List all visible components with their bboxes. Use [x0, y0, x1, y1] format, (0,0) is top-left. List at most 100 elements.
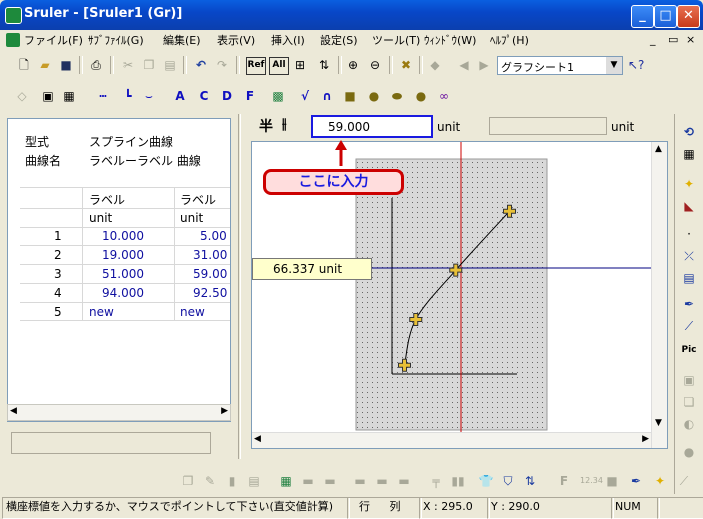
shape-icon[interactable]: ◐ — [681, 416, 697, 432]
sheet-icon[interactable]: ▤ — [681, 270, 697, 286]
chevron-down-icon[interactable]: ▼ — [606, 57, 622, 74]
edit-icon[interactable]: ✎ — [202, 473, 218, 489]
trash-icon[interactable]: ▮ — [224, 473, 240, 489]
letter-d-button[interactable]: D — [219, 88, 235, 104]
graph-v-scrollbar[interactable]: ▲ ▼ — [651, 142, 667, 448]
dot-grid-icon[interactable]: ▦ — [681, 146, 697, 162]
axis-tool-icon[interactable]: ┗ — [120, 88, 136, 104]
new-icon[interactable]: 🗋 — [16, 57, 32, 73]
letter-a-button[interactable]: A — [172, 88, 188, 104]
menu-file[interactable]: ファイル(F) — [24, 32, 83, 48]
line-diag-icon[interactable]: ⟋ — [681, 318, 697, 334]
line-tool-icon[interactable]: ┅ — [95, 88, 111, 104]
close-button[interactable]: ✕ — [677, 5, 700, 28]
cell-y[interactable]: 31.00 — [193, 248, 227, 262]
scroll-right-icon[interactable]: ▶ — [221, 406, 228, 416]
menu-insert[interactable]: 挿入(I) — [271, 32, 305, 48]
minimize-button[interactable]: _ — [631, 5, 654, 28]
sort-icon[interactable]: ⇅ — [316, 57, 332, 73]
dots-icon[interactable]: ▮▮ — [450, 473, 466, 489]
cell-x-new[interactable]: new — [89, 305, 114, 319]
zoom-out-icon[interactable]: ⊖ — [367, 57, 383, 73]
menu-subfile[interactable]: ｻﾌﾞﾌｧｲﾙ(G) — [88, 32, 144, 48]
letter-c-button[interactable]: C — [196, 88, 212, 104]
paste-icon[interactable]: ▤ — [246, 473, 262, 489]
eraser-icon[interactable]: ◆ — [427, 57, 443, 73]
circle-fill-icon[interactable]: ● — [413, 88, 429, 104]
brush-icon[interactable]: ⟋ — [676, 473, 692, 489]
copy-icon[interactable]: ❐ — [180, 473, 196, 489]
cell-y[interactable]: 59.00 — [193, 267, 227, 281]
column-header-x[interactable]: ラベル — [89, 191, 125, 208]
all-button[interactable]: All — [269, 57, 289, 75]
save-icon[interactable]: ■ — [58, 57, 74, 73]
prev-sheet-icon[interactable]: ◀ — [456, 57, 472, 73]
insert-icon[interactable]: ▬ — [352, 473, 368, 489]
layers-icon[interactable]: ❏ — [681, 394, 697, 410]
paste-icon[interactable]: ▤ — [162, 57, 178, 73]
maximize-button[interactable]: □ — [654, 5, 677, 28]
align-icon[interactable]: ╤ — [428, 473, 444, 489]
curve-tool-icon[interactable]: ⌣ — [141, 88, 157, 104]
pen-icon[interactable]: ✒ — [681, 296, 697, 312]
mdi-restore-icon[interactable]: ▭ — [668, 33, 678, 46]
app-icon[interactable] — [5, 7, 22, 24]
column-header-y[interactable]: ラベル — [180, 191, 216, 208]
number-format-icon[interactable]: 12.34 — [580, 473, 603, 489]
undo-icon[interactable]: ↶ — [193, 57, 209, 73]
menu-view[interactable]: 表示(V) — [217, 32, 255, 48]
cell-y[interactable]: 5.00 — [200, 229, 227, 243]
scroll-left-icon[interactable]: ◀ — [10, 406, 17, 416]
image-icon[interactable]: ▩ — [270, 88, 286, 104]
cut-icon[interactable]: ✂ — [120, 57, 136, 73]
next-sheet-icon[interactable]: ▶ — [476, 57, 492, 73]
rotate-icon[interactable]: ⟲ — [681, 124, 697, 140]
merge-icon[interactable]: ▬ — [374, 473, 390, 489]
mdi-minimize-icon[interactable]: _ — [650, 33, 656, 46]
triangle-axis-icon[interactable]: ◣ — [681, 198, 697, 214]
star-icon[interactable]: ✦ — [652, 473, 668, 489]
menu-tools[interactable]: ツール(T) — [372, 32, 420, 48]
star-icon[interactable]: ✦ — [681, 176, 697, 192]
page-icon[interactable]: ▣ — [40, 88, 56, 104]
rect-icon[interactable]: ■ — [342, 88, 358, 104]
scroll-down-icon[interactable]: ▼ — [655, 418, 662, 428]
split-icon[interactable]: ▬ — [396, 473, 412, 489]
print-icon[interactable]: ⎙ — [88, 57, 104, 73]
sort-icon[interactable]: ⇅ — [522, 473, 538, 489]
title-bar[interactable]: Sruler - [Sruler1 (Gr)] _ □ ✕ — [0, 0, 703, 30]
scroll-up-icon[interactable]: ▲ — [655, 144, 662, 154]
graph-h-scrollbar[interactable]: ◀ ▶ — [252, 432, 651, 448]
pic-icon[interactable]: Pic — [681, 342, 697, 358]
ref-button[interactable]: Ref — [246, 57, 266, 75]
secondary-input[interactable] — [489, 117, 607, 135]
col-icon[interactable]: ▬ — [300, 473, 316, 489]
apple-icon[interactable]: ● — [681, 444, 697, 460]
block-icon[interactable]: ■ — [604, 473, 620, 489]
menu-settings[interactable]: 設定(S) — [320, 32, 358, 48]
cell-y[interactable]: 92.50 — [193, 286, 227, 300]
cell-x[interactable]: 19.000 — [102, 248, 144, 262]
check-line-icon[interactable]: √ — [297, 88, 313, 104]
menu-window[interactable]: ｳｨﾝﾄﾞｳ(W) — [424, 32, 476, 48]
menu-help[interactable]: ﾍﾙﾌﾟ(H) — [490, 32, 529, 48]
menu-edit[interactable]: 編集(E) — [163, 32, 201, 48]
letter-f-button[interactable]: F — [242, 88, 258, 104]
circle-icon[interactable]: ● — [366, 88, 382, 104]
splitter[interactable] — [238, 114, 241, 459]
sheet-select[interactable]: グラフシート1 ▼ — [497, 56, 623, 75]
redo-icon[interactable]: ↷ — [214, 57, 230, 73]
point-icon[interactable]: · — [681, 226, 697, 242]
shirt-icon[interactable]: 👕 — [478, 473, 494, 489]
freeform-icon[interactable]: ∞ — [436, 88, 452, 104]
font-icon[interactable]: F — [556, 473, 572, 489]
bucket-icon[interactable]: ⛉ — [500, 473, 516, 489]
doc-icon[interactable] — [6, 33, 20, 47]
copy-down-icon[interactable]: ▣ — [681, 372, 697, 388]
table-icon[interactable]: ▦ — [278, 473, 294, 489]
coordinate-input[interactable]: 59.000 — [311, 115, 433, 138]
eraser-tool-icon[interactable]: ◇ — [14, 88, 30, 104]
intersect-icon[interactable]: ⤫ — [681, 248, 697, 264]
left-h-scrollbar[interactable]: ◀ ▶ — [7, 404, 231, 421]
delete-x-icon[interactable]: ✖ — [398, 57, 414, 73]
